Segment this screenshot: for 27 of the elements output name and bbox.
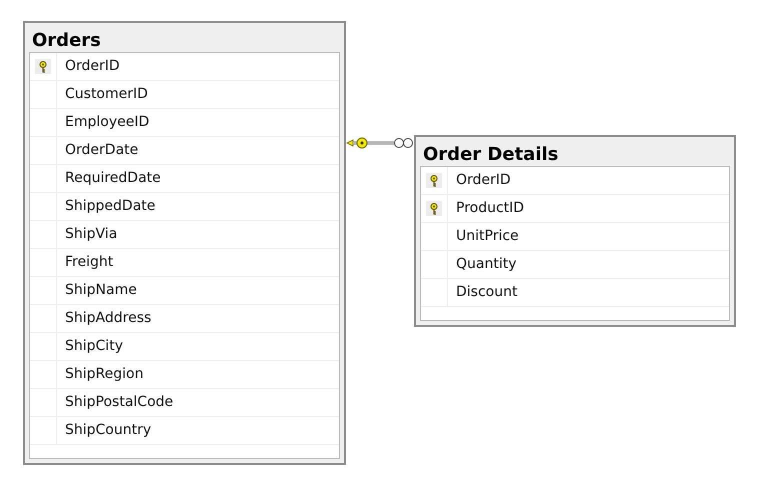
key-icon bbox=[430, 202, 438, 214]
column-name[interactable]: ShipCountry bbox=[57, 417, 152, 444]
key-icon bbox=[430, 174, 438, 186]
column-name[interactable]: Discount bbox=[448, 279, 518, 306]
column-name[interactable]: CustomerID bbox=[57, 81, 148, 108]
table-title: Orders bbox=[31, 30, 102, 52]
column-name[interactable]: ShipRegion bbox=[57, 361, 144, 388]
column-name[interactable]: OrderID bbox=[57, 53, 120, 80]
column-name[interactable]: ShipCity bbox=[57, 333, 123, 360]
key-icon bbox=[39, 60, 47, 72]
table-card[interactable]: Orders OrderID CustomerID EmployeeID OrderDate RequiredDate ShippedDate ShipVia Freight ShipName ShipAddress ShipCity ShipRegion ShipPostalCode ShipCountry bbox=[23, 21, 346, 465]
column-name[interactable]: OrderDate bbox=[57, 137, 138, 164]
column-name[interactable]: Quantity bbox=[448, 251, 516, 278]
column-name[interactable]: ShipAddress bbox=[57, 305, 152, 332]
column-name[interactable]: Freight bbox=[57, 249, 114, 276]
column-name[interactable]: ShipVia bbox=[57, 221, 118, 248]
column-name[interactable]: OrderID bbox=[448, 167, 511, 194]
column-name[interactable]: ShippedDate bbox=[57, 193, 156, 220]
column-name[interactable]: RequiredDate bbox=[57, 165, 161, 192]
column-name[interactable]: UnitPrice bbox=[448, 223, 519, 250]
column-name[interactable]: ProductID bbox=[448, 195, 524, 222]
table-title: Order Details bbox=[422, 144, 560, 166]
column-name[interactable]: EmployeeID bbox=[57, 109, 150, 136]
relationship-connector[interactable] bbox=[346, 138, 413, 148]
column-name[interactable]: ShipName bbox=[57, 277, 137, 304]
table-card[interactable]: Order Details OrderID ProductID UnitPrice Quantity Discount bbox=[414, 135, 736, 327]
column-name[interactable]: ShipPostalCode bbox=[57, 389, 174, 416]
